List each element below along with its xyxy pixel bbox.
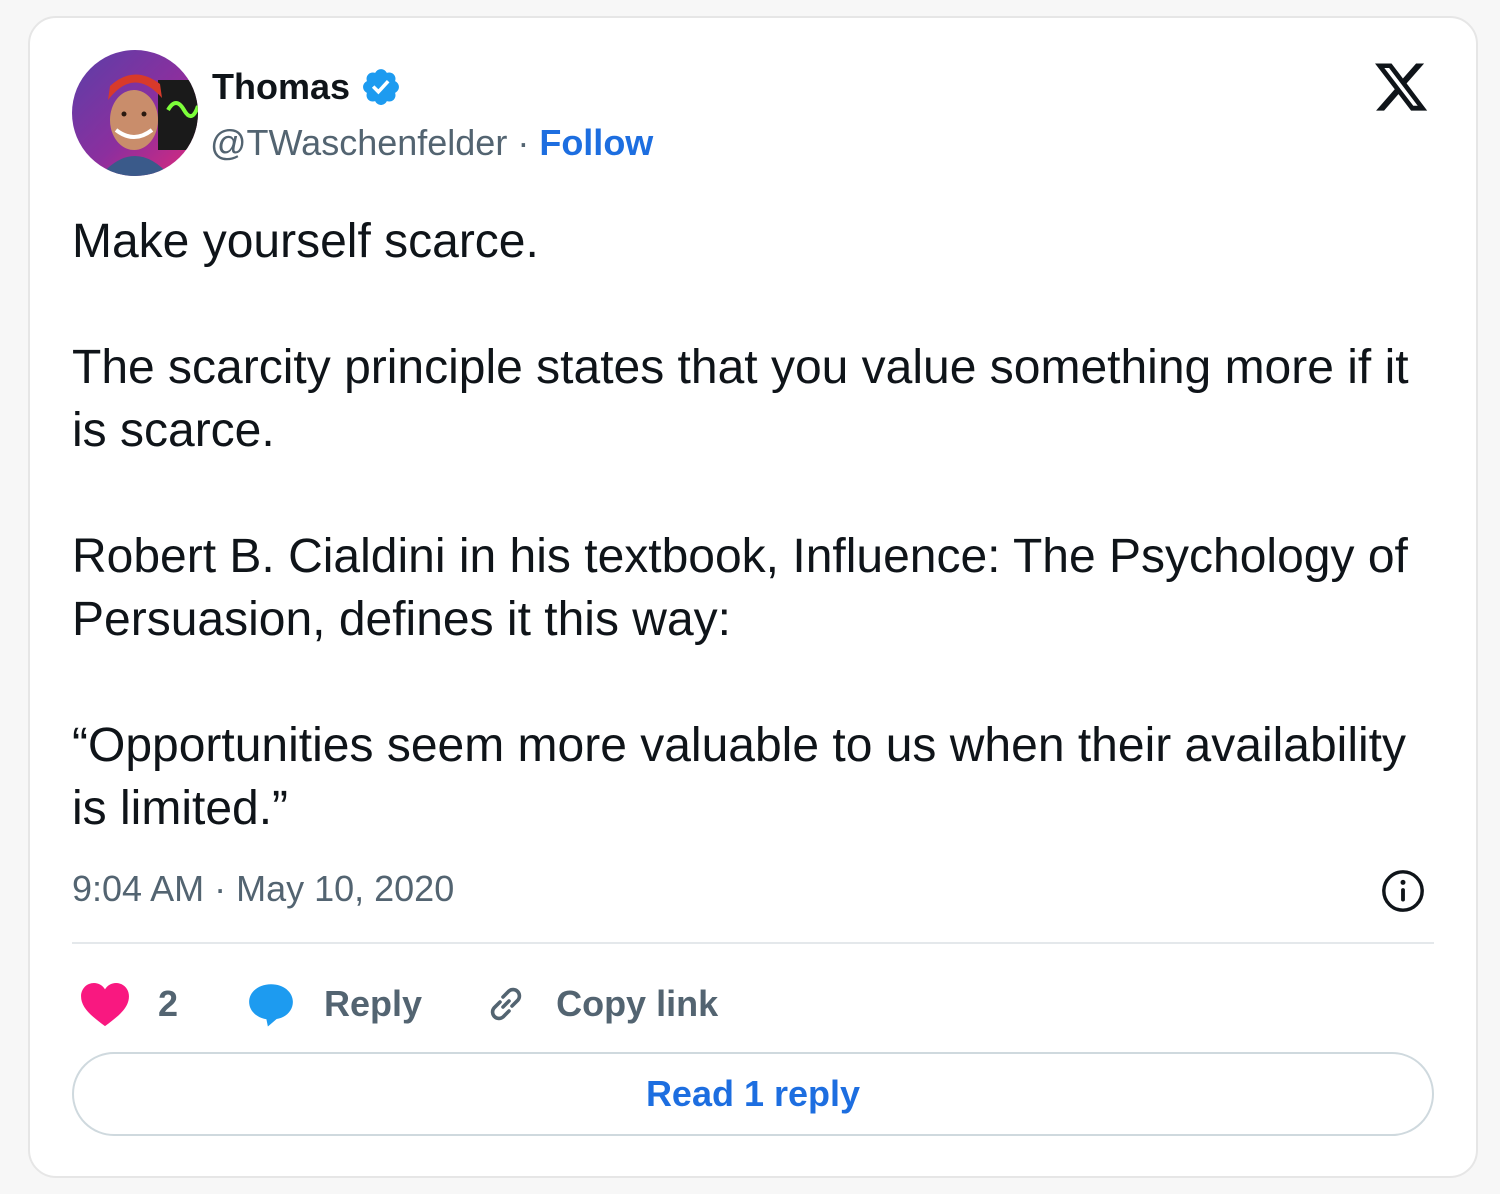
info-icon[interactable] (1380, 868, 1426, 914)
tweet-text: Make yourself scarce. The scarcity princ… (72, 210, 1412, 840)
tweet-timestamp[interactable]: 9:04 AM · May 10, 2020 (72, 868, 454, 910)
copy-link-label: Copy link (556, 983, 719, 1024)
x-logo-icon[interactable] (1372, 58, 1430, 116)
divider (72, 942, 1434, 944)
verified-badge-icon (363, 69, 399, 105)
tweet-paragraph: The scarcity principle states that you v… (72, 341, 1409, 457)
author-name[interactable]: Thomas (212, 66, 350, 108)
link-icon (490, 987, 522, 1021)
separator-dot: · (517, 122, 530, 163)
follow-button[interactable]: Follow (539, 122, 653, 164)
tweet-paragraph: Robert B. Cialdini in his textbook, Infl… (72, 530, 1408, 646)
like-count: 2 (158, 983, 179, 1024)
copy-link-button[interactable]: Copy link (482, 980, 718, 1028)
reply-button[interactable]: Reply (246, 979, 422, 1029)
avatar-image (72, 50, 198, 176)
action-bar: 2 Reply Copy link (72, 974, 718, 1034)
tweet-paragraph: “Opportunities seem more valuable to us … (72, 719, 1406, 835)
heart-icon (81, 982, 129, 1027)
speech-bubble-icon (249, 984, 293, 1027)
avatar[interactable] (72, 50, 198, 176)
reply-label: Reply (324, 983, 423, 1024)
read-replies-button[interactable]: Read 1 reply (72, 1052, 1434, 1136)
tweet-card: Thomas @TWaschenfelder · Follow Make you… (28, 16, 1478, 1178)
author-handle[interactable]: @TWaschenfelder (210, 122, 507, 164)
tweet-paragraph: Make yourself scarce. (72, 215, 539, 268)
like-button[interactable]: 2 (72, 981, 178, 1027)
